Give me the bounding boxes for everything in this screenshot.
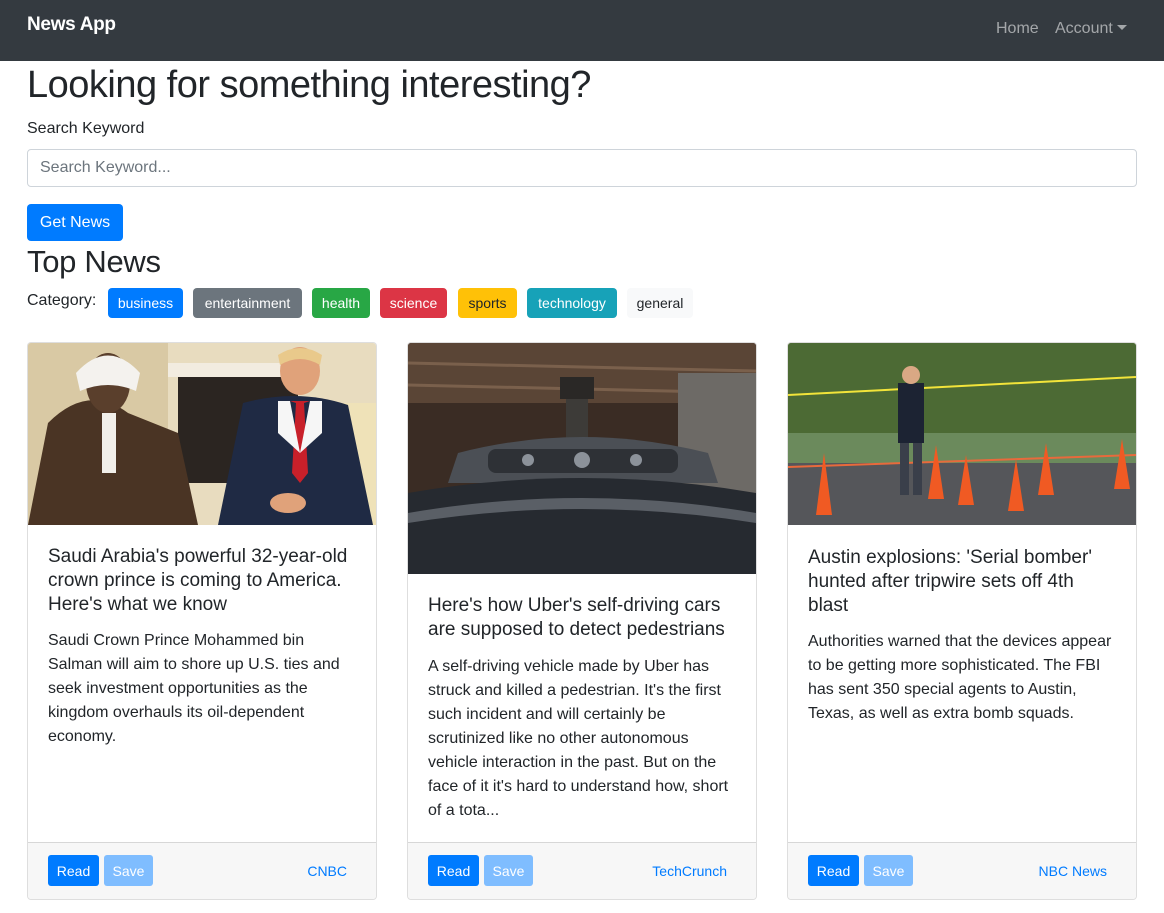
- nav-home-link[interactable]: Home: [996, 20, 1039, 38]
- article-description: A self-driving vehicle made by Uber has …: [428, 658, 729, 819]
- category-health[interactable]: health: [312, 288, 370, 318]
- brand-link[interactable]: News App: [27, 14, 116, 36]
- category-label: Category:: [27, 292, 97, 309]
- category-general[interactable]: general: [627, 288, 693, 318]
- nav-account-label: Account: [1055, 20, 1113, 37]
- save-button[interactable]: Save: [104, 855, 153, 886]
- article-card: Austin explosions: 'Serial bomber' hunte…: [787, 342, 1137, 900]
- article-image: [788, 343, 1136, 525]
- read-button[interactable]: Read: [428, 855, 479, 886]
- category-entertainment[interactable]: entertainment: [193, 288, 302, 318]
- card-footer: Read Save TechCrunch: [408, 842, 756, 899]
- save-button[interactable]: Save: [484, 855, 533, 886]
- read-button[interactable]: Read: [808, 855, 859, 886]
- source-link[interactable]: CNBC: [307, 863, 347, 879]
- source-link[interactable]: TechCrunch: [652, 863, 727, 879]
- get-news-button[interactable]: Get News: [27, 204, 123, 241]
- card-footer: Read Save CNBC: [28, 842, 376, 899]
- category-business[interactable]: business: [108, 288, 183, 318]
- article-description: Authorities warned that the devices appe…: [808, 633, 1112, 722]
- save-button[interactable]: Save: [864, 855, 913, 886]
- category-sports[interactable]: sports: [458, 288, 517, 318]
- article-card: Here's how Uber's self-driving cars are …: [407, 342, 757, 900]
- top-news-title: Top News: [27, 244, 161, 279]
- page-heading: Looking for something interesting?: [27, 64, 591, 106]
- category-technology[interactable]: technology: [527, 288, 617, 318]
- article-image: [28, 343, 376, 525]
- article-title[interactable]: Saudi Arabia's powerful 32-year-old crow…: [48, 545, 356, 617]
- article-image: [408, 343, 756, 574]
- search-input[interactable]: [27, 149, 1137, 187]
- article-description: Saudi Crown Prince Mohammed bin Salman w…: [48, 632, 340, 745]
- article-card: Saudi Arabia's powerful 32-year-old crow…: [27, 342, 377, 900]
- navbar: News App Home Account: [0, 0, 1164, 61]
- article-title[interactable]: Here's how Uber's self-driving cars are …: [428, 594, 736, 642]
- read-button[interactable]: Read: [48, 855, 99, 886]
- article-title[interactable]: Austin explosions: 'Serial bomber' hunte…: [808, 546, 1116, 618]
- nav-account-dropdown[interactable]: Account: [1055, 20, 1127, 38]
- caret-down-icon: [1116, 25, 1127, 30]
- source-link[interactable]: NBC News: [1039, 863, 1107, 879]
- category-science[interactable]: science: [380, 288, 447, 318]
- search-label: Search Keyword: [27, 120, 145, 137]
- card-footer: Read Save NBC News: [788, 842, 1136, 899]
